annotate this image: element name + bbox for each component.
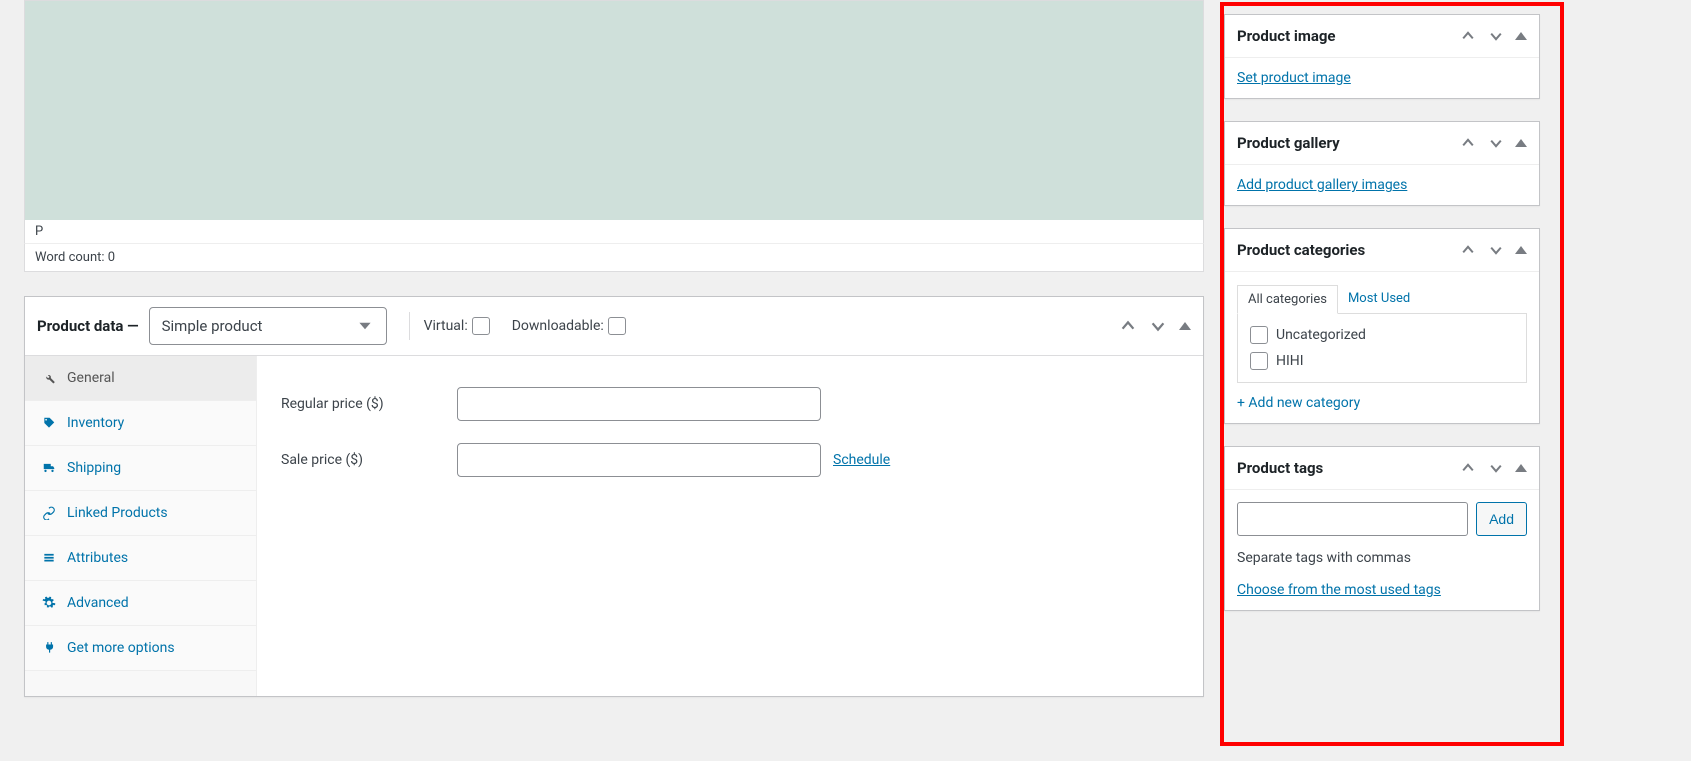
category-item: Uncategorized <box>1248 322 1516 348</box>
move-down-icon[interactable] <box>1149 317 1167 335</box>
regular-price-row: Regular price ($) <box>281 376 1179 432</box>
add-new-category-link[interactable]: + Add new category <box>1237 395 1360 411</box>
collapse-toggle-icon[interactable] <box>1515 464 1527 472</box>
virtual-label: Virtual: <box>424 318 468 334</box>
downloadable-option: Downloadable: <box>512 317 626 335</box>
virtual-checkbox[interactable] <box>472 317 490 335</box>
product-image-title: Product image <box>1237 27 1336 45</box>
tab-all-categories[interactable]: All categories <box>1237 285 1338 314</box>
tag-input[interactable] <box>1237 502 1468 536</box>
move-down-icon[interactable] <box>1487 241 1505 259</box>
tab-general-label: General <box>67 370 115 386</box>
set-product-image-link[interactable]: Set product image <box>1237 70 1351 86</box>
downloadable-label: Downloadable: <box>512 318 604 334</box>
product-type-selected: Simple product <box>162 317 263 335</box>
tab-linked[interactable]: Linked Products <box>25 491 256 536</box>
move-down-icon[interactable] <box>1487 27 1505 45</box>
editor-content-area[interactable] <box>24 0 1204 220</box>
product-data-content: Regular price ($) Sale price ($) Schedul… <box>257 356 1203 696</box>
move-up-icon[interactable] <box>1459 134 1477 152</box>
add-tag-button[interactable]: Add <box>1476 502 1527 536</box>
product-gallery-title: Product gallery <box>1237 134 1340 152</box>
tab-shipping-label: Shipping <box>67 460 121 476</box>
move-up-icon[interactable] <box>1459 459 1477 477</box>
tab-attributes[interactable]: Attributes <box>25 536 256 581</box>
move-up-icon[interactable] <box>1459 27 1477 45</box>
add-gallery-images-link[interactable]: Add product gallery images <box>1237 177 1407 193</box>
truck-icon <box>41 460 57 476</box>
editor-path-bar: P <box>24 220 1204 244</box>
tab-attributes-label: Attributes <box>67 550 128 566</box>
category-item: HIHI <box>1248 348 1516 374</box>
collapse-toggle-icon[interactable] <box>1515 32 1527 40</box>
schedule-link[interactable]: Schedule <box>833 452 890 468</box>
product-data-tabs: General Inventory Shipping Linked Produc… <box>25 356 257 696</box>
product-data-title: Product data — <box>37 317 139 335</box>
product-categories-title: Product categories <box>1237 241 1365 259</box>
list-icon <box>41 550 57 566</box>
product-categories-box: Product categories All categories Most U… <box>1224 228 1540 424</box>
category-tabs: All categories Most Used <box>1237 284 1527 314</box>
product-type-select[interactable]: Simple product <box>149 307 387 345</box>
tags-hint: Separate tags with commas <box>1237 550 1527 566</box>
product-image-box: Product image Set product image <box>1224 14 1540 99</box>
tab-inventory[interactable]: Inventory <box>25 401 256 446</box>
product-tags-title: Product tags <box>1237 459 1323 477</box>
collapse-toggle-icon[interactable] <box>1515 139 1527 147</box>
virtual-option: Virtual: <box>424 317 490 335</box>
choose-most-used-tags-link[interactable]: Choose from the most used tags <box>1237 582 1441 598</box>
category-checkbox[interactable] <box>1250 326 1268 344</box>
product-tags-box: Product tags Add Separate tags with comm… <box>1224 446 1540 611</box>
category-list: Uncategorized HIHI <box>1237 314 1527 383</box>
tab-linked-label: Linked Products <box>67 505 168 521</box>
tab-inventory-label: Inventory <box>67 415 124 431</box>
move-up-icon[interactable] <box>1459 241 1477 259</box>
move-up-icon[interactable] <box>1119 317 1137 335</box>
tab-advanced[interactable]: Advanced <box>25 581 256 626</box>
category-label: Uncategorized <box>1276 327 1366 343</box>
sale-price-input[interactable] <box>457 443 821 477</box>
product-data-header: Product data — Simple product Virtual: D… <box>25 297 1203 356</box>
tab-most-used[interactable]: Most Used <box>1338 285 1420 314</box>
tab-get-more[interactable]: Get more options <box>25 626 256 671</box>
product-data-panel: Product data — Simple product Virtual: D… <box>24 296 1204 697</box>
chevron-down-icon <box>356 317 374 335</box>
wrench-icon <box>41 370 57 386</box>
category-label: HIHI <box>1276 353 1304 369</box>
word-count: Word count: 0 <box>35 250 115 265</box>
collapse-toggle-icon[interactable] <box>1515 246 1527 254</box>
panel-controls <box>1119 317 1191 335</box>
tab-general[interactable]: General <box>25 356 256 401</box>
move-down-icon[interactable] <box>1487 459 1505 477</box>
gear-icon <box>41 595 57 611</box>
sale-price-row: Sale price ($) Schedule <box>281 432 1179 488</box>
regular-price-input[interactable] <box>457 387 821 421</box>
tab-advanced-label: Advanced <box>67 595 129 611</box>
tag-icon <box>41 415 57 431</box>
link-icon <box>41 505 57 521</box>
tab-get-more-label: Get more options <box>67 640 175 656</box>
category-checkbox[interactable] <box>1250 352 1268 370</box>
tab-shipping[interactable]: Shipping <box>25 446 256 491</box>
collapse-toggle-icon[interactable] <box>1179 322 1191 330</box>
editor-footer: Word count: 0 <box>24 244 1204 272</box>
downloadable-checkbox[interactable] <box>608 317 626 335</box>
move-down-icon[interactable] <box>1487 134 1505 152</box>
sale-price-label: Sale price ($) <box>281 452 457 468</box>
editor-path-text: P <box>35 224 43 239</box>
regular-price-label: Regular price ($) <box>281 396 457 412</box>
plug-icon <box>41 640 57 656</box>
divider <box>409 312 410 340</box>
product-gallery-box: Product gallery Add product gallery imag… <box>1224 121 1540 206</box>
